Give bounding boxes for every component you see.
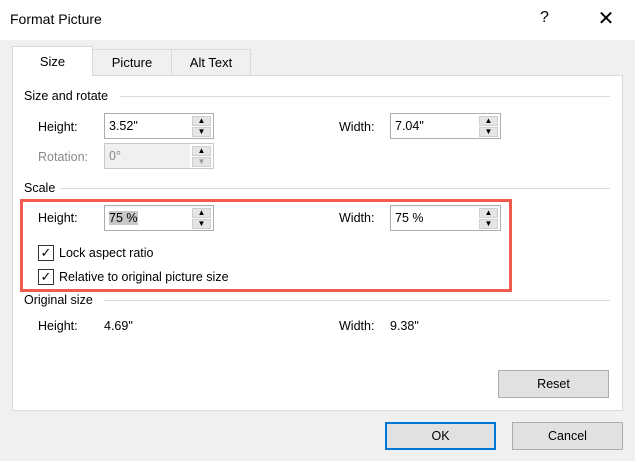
ok-button[interactable]: OK [385,422,496,450]
section-scale: Scale [24,181,56,195]
width-label: Width: [339,120,375,134]
dialog-title: Format Picture [10,11,102,27]
divider [104,300,610,301]
height-label: Height: [38,120,78,134]
width-spinner[interactable]: ▲ ▼ [477,113,501,139]
spin-down-icon: ▼ [192,157,211,167]
reset-button[interactable]: Reset [498,370,609,398]
lock-aspect-label[interactable]: Lock aspect ratio [59,246,154,260]
check-icon: ✓ [40,269,52,284]
lock-aspect-checkbox[interactable]: ✓ [38,245,54,261]
spin-up-icon[interactable]: ▲ [479,116,498,126]
rotation-label: Rotation: [38,150,89,164]
tab-alt-text[interactable]: Alt Text [171,49,251,75]
scale-height-label: Height: [38,211,78,225]
spin-up-icon[interactable]: ▲ [192,208,211,218]
tab-size[interactable]: Size [12,46,93,76]
spin-up-icon: ▲ [192,146,211,156]
check-icon: ✓ [40,245,52,260]
spin-down-icon[interactable]: ▼ [479,219,498,229]
original-width-value: 9.38" [390,319,419,333]
relative-size-checkbox[interactable]: ✓ [38,269,54,285]
width-input[interactable]: 7.04" [390,113,478,139]
original-height-value: 4.69" [104,319,133,333]
spin-down-icon[interactable]: ▼ [192,219,211,229]
spin-up-icon[interactable]: ▲ [192,116,211,126]
help-button[interactable]: ? [540,9,549,27]
divider [60,188,610,189]
tab-picture[interactable]: Picture [92,49,172,75]
scale-height-input[interactable]: 75 % [104,205,191,231]
section-original-size: Original size [24,293,93,307]
spin-up-icon[interactable]: ▲ [479,208,498,218]
cancel-button[interactable]: Cancel [512,422,623,450]
original-width-label: Width: [339,319,375,333]
relative-size-label[interactable]: Relative to original picture size [59,270,229,284]
spin-down-icon[interactable]: ▼ [479,127,498,137]
scale-height-value: 75 % [109,211,138,225]
original-height-label: Height: [38,319,78,333]
height-spinner[interactable]: ▲ ▼ [190,113,214,139]
close-button[interactable]: ✕ [596,6,616,31]
section-size-and-rotate: Size and rotate [24,89,109,103]
scale-width-label: Width: [339,211,375,225]
divider [120,96,610,97]
rotation-spinner: ▲ ▼ [190,143,214,169]
spin-down-icon[interactable]: ▼ [192,127,211,137]
scale-width-input[interactable]: 75 % [390,205,478,231]
scale-height-spinner[interactable]: ▲ ▼ [190,205,214,231]
scale-width-spinner[interactable]: ▲ ▼ [477,205,501,231]
height-input[interactable]: 3.52" [104,113,191,139]
rotation-input: 0° [104,143,191,169]
